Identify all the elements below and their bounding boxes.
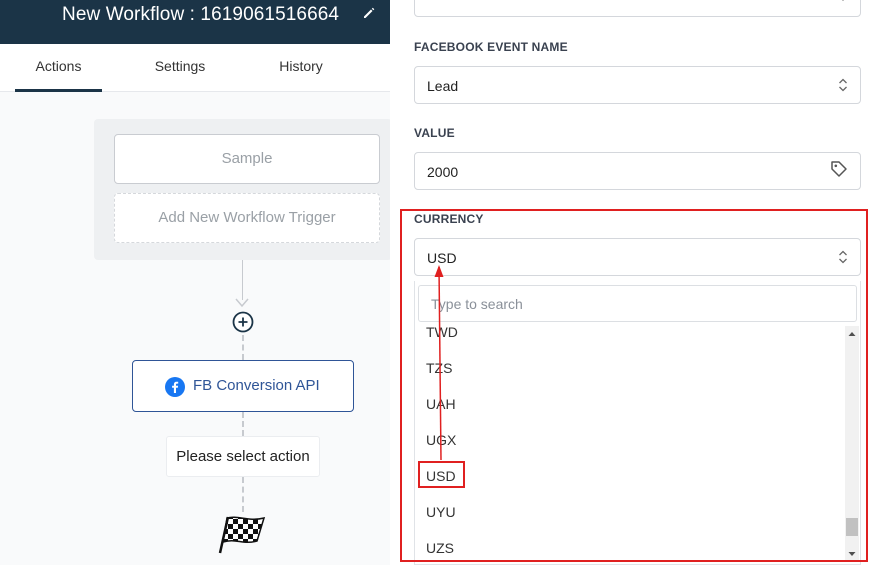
connector-line [242, 260, 243, 300]
event-name-value: Lead [427, 78, 459, 94]
connector-line [242, 335, 244, 360]
pencil-icon[interactable] [362, 6, 376, 20]
connector-line [242, 412, 244, 436]
workflow-panel: New Workflow : 1619061516664 Actions Set… [0, 0, 392, 565]
workflow-tabs: Actions Settings History [0, 44, 390, 92]
facebook-icon [165, 377, 185, 397]
previous-select-field[interactable] [414, 0, 861, 17]
add-workflow-trigger-button[interactable]: Add New Workflow Trigger [114, 193, 380, 243]
value-label: VALUE [414, 126, 455, 140]
connector-line [242, 477, 244, 512]
trigger-sample[interactable]: Sample [114, 134, 380, 184]
event-name-select[interactable]: Lead [414, 66, 861, 104]
fb-conversion-api-node[interactable]: FB Conversion API [132, 360, 354, 412]
plus-circle-icon[interactable] [232, 311, 254, 333]
workflow-canvas: Sample Add New Workflow Trigger FB Conve… [0, 92, 392, 565]
currency-highlight-annotation [400, 209, 868, 562]
value-input-value: 2000 [427, 164, 459, 180]
workflow-header: New Workflow : 1619061516664 [0, 0, 390, 44]
tab-settings[interactable]: Settings [140, 44, 220, 92]
value-input[interactable]: 2000 [414, 152, 861, 190]
tag-icon [831, 161, 847, 177]
workflow-title: New Workflow : 1619061516664 [62, 4, 340, 25]
annotation-arrow-icon [434, 265, 444, 461]
action-node-label: FB Conversion API [193, 377, 320, 394]
trigger-group: Sample Add New Workflow Trigger [94, 119, 392, 260]
chevron-down-icon [842, 0, 844, 1]
event-name-label: FACEBOOK EVENT NAME [414, 40, 568, 54]
chevron-updown-icon [839, 78, 847, 92]
tab-actions[interactable]: Actions [15, 44, 102, 92]
tab-history[interactable]: History [262, 44, 340, 92]
finish-flag-icon [218, 516, 266, 554]
select-action-button[interactable]: Please select action [166, 436, 320, 477]
arrow-down-icon [235, 298, 249, 308]
